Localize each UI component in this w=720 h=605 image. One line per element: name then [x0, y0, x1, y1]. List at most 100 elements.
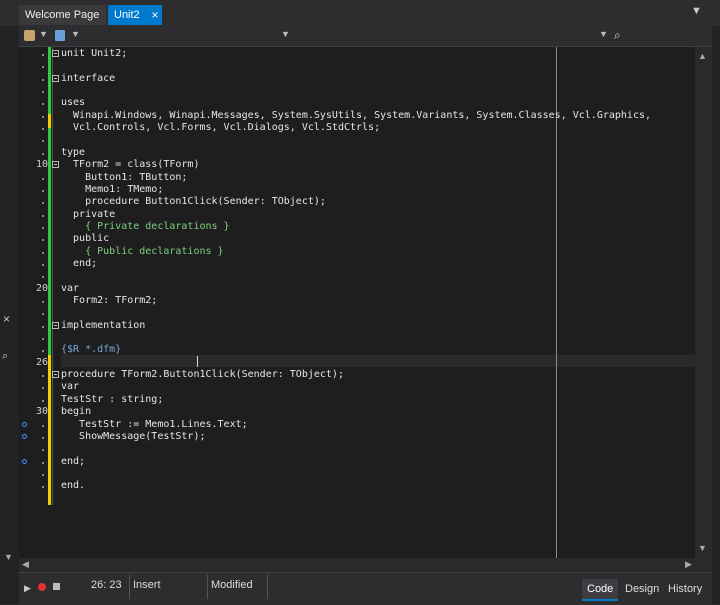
scroll-left-icon[interactable]: ◀	[22, 559, 29, 570]
line-number: 30	[35, 406, 48, 418]
chevron-down-icon[interactable]: ▼	[281, 29, 290, 39]
code-line[interactable]: { Private declarations }	[61, 221, 230, 232]
fold-guide	[52, 47, 53, 505]
gutter-dot	[42, 276, 44, 279]
gutter-dot	[42, 251, 44, 254]
gutter-dot	[42, 473, 44, 476]
fold-toggle-icon[interactable]	[52, 50, 59, 57]
tab-history[interactable]: History	[663, 579, 707, 599]
gutter-dot	[42, 140, 44, 143]
code-line[interactable]: { Public declarations }	[61, 246, 223, 257]
code-line[interactable]: Winapi.Windows, Winapi.Messages, System.…	[61, 110, 651, 121]
close-icon[interactable]: ×	[3, 312, 10, 326]
code-line[interactable]: end.	[61, 480, 85, 491]
gutter-dot	[42, 436, 44, 439]
unit-icon[interactable]	[55, 30, 65, 41]
chevron-down-icon[interactable]: ▼	[39, 29, 48, 39]
change-bar-modified	[48, 114, 51, 128]
insert-mode: Insert	[133, 579, 161, 591]
tab-unit2[interactable]: Unit2 ×	[108, 5, 162, 25]
code-editor[interactable]: unit Unit2; interface uses Winapi.Windows,…	[19, 47, 695, 558]
code-line[interactable]: Form2: TForm2;	[61, 295, 157, 306]
chevron-down-icon[interactable]: ▼	[599, 29, 608, 39]
code-line[interactable]: TestStr : string;	[61, 394, 163, 405]
code-line[interactable]: type	[61, 147, 85, 158]
code-line[interactable]: TForm2 = class(TForm)	[61, 159, 199, 170]
gutter-dot	[42, 177, 44, 180]
code-line[interactable]: TestStr := Memo1.Lines.Text;	[61, 419, 248, 430]
code-line[interactable]: end;	[61, 258, 97, 269]
structure-icon[interactable]	[24, 30, 35, 41]
fold-toggle-icon[interactable]	[52, 371, 59, 379]
chevron-down-icon[interactable]: ▼	[71, 29, 80, 39]
right-panel-strip	[712, 26, 720, 604]
gutter-dot	[42, 128, 44, 131]
code-line[interactable]: Button1: TButton;	[61, 172, 187, 183]
gutter-dot	[42, 78, 44, 81]
code-line[interactable]: procedure Button1Click(Sender: TObject);	[61, 196, 326, 207]
gutter-dot	[42, 424, 44, 427]
divider	[129, 575, 130, 599]
divider	[267, 575, 268, 599]
right-margin-line	[556, 47, 557, 558]
code-line[interactable]: implementation	[61, 320, 145, 331]
code-line[interactable]: public	[61, 233, 109, 244]
vertical-scrollbar[interactable]: ▲ ▼	[695, 47, 712, 558]
breakpoint-icon[interactable]	[22, 458, 27, 464]
gutter-dot	[42, 226, 44, 229]
gutter-dot	[42, 486, 44, 489]
editor-tab-bar: Welcome Page Unit2 × ▼	[0, 0, 720, 26]
search-icon[interactable]: ⌕	[2, 350, 8, 363]
run-icon[interactable]: ▶	[24, 583, 31, 594]
code-line[interactable]: procedure TForm2.Button1Click(Sender: TO…	[61, 369, 344, 380]
close-icon[interactable]: ×	[148, 5, 162, 25]
code-line[interactable]: uses	[61, 97, 85, 108]
scroll-down-icon[interactable]: ▼	[698, 543, 707, 553]
stop-icon[interactable]	[53, 583, 60, 590]
search-icon[interactable]: ⌕	[614, 28, 621, 43]
code-line[interactable]: var	[61, 381, 79, 392]
horizontal-scrollbar[interactable]: ◀ ▶	[19, 558, 712, 572]
tab-code[interactable]: Code	[582, 579, 619, 601]
code-line[interactable]: begin	[61, 406, 91, 417]
gutter-dot	[42, 103, 44, 106]
gutter-dot	[42, 189, 44, 192]
gutter-dot	[42, 301, 44, 303]
gutter-dot	[42, 313, 44, 316]
cursor-position: 26: 23	[91, 579, 122, 591]
gutter-dot	[42, 263, 44, 266]
code-line[interactable]: var	[61, 283, 79, 294]
code-line[interactable]: private	[61, 209, 115, 220]
gutter-dot	[42, 115, 44, 118]
line-number: 26	[35, 356, 48, 368]
breakpoint-icon[interactable]	[22, 433, 27, 439]
fold-toggle-icon[interactable]	[52, 321, 59, 329]
scroll-down-icon[interactable]: ▼	[4, 552, 13, 562]
code-line[interactable]: ShowMessage(TestStr);	[61, 431, 205, 442]
line-number: 20	[35, 282, 48, 294]
gutter-dot	[42, 375, 44, 378]
record-icon[interactable]	[38, 583, 46, 591]
tab-label: Welcome Page	[25, 9, 100, 21]
fold-toggle-icon[interactable]	[52, 161, 59, 169]
tab-welcome-page[interactable]: Welcome Page	[19, 5, 106, 25]
scroll-up-icon[interactable]: ▲	[698, 51, 707, 61]
fold-toggle-icon[interactable]	[52, 74, 59, 82]
code-line[interactable]: interface	[61, 73, 115, 84]
code-line[interactable]: Vcl.Controls, Vcl.Forms, Vcl.Dialogs, Vc…	[61, 122, 380, 133]
tab-design[interactable]: Design	[620, 579, 664, 599]
breakpoint-icon[interactable]	[22, 421, 27, 427]
tab-label: Unit2	[114, 9, 140, 21]
gutter-dot	[42, 152, 44, 155]
line-number: 10	[35, 159, 48, 171]
chevron-down-icon[interactable]: ▼	[691, 5, 702, 17]
code-line[interactable]: end;	[61, 456, 85, 467]
scroll-right-icon[interactable]: ▶	[685, 559, 692, 570]
gutter-dot	[42, 350, 44, 353]
code-line[interactable]: unit Unit2;	[61, 48, 127, 59]
gutter-dot	[42, 399, 44, 402]
code-line[interactable]: Memo1: TMemo;	[61, 184, 163, 195]
gutter-dot	[42, 214, 44, 217]
code-line[interactable]: {$R *.dfm}	[61, 344, 121, 355]
gutter-dot	[42, 387, 44, 390]
